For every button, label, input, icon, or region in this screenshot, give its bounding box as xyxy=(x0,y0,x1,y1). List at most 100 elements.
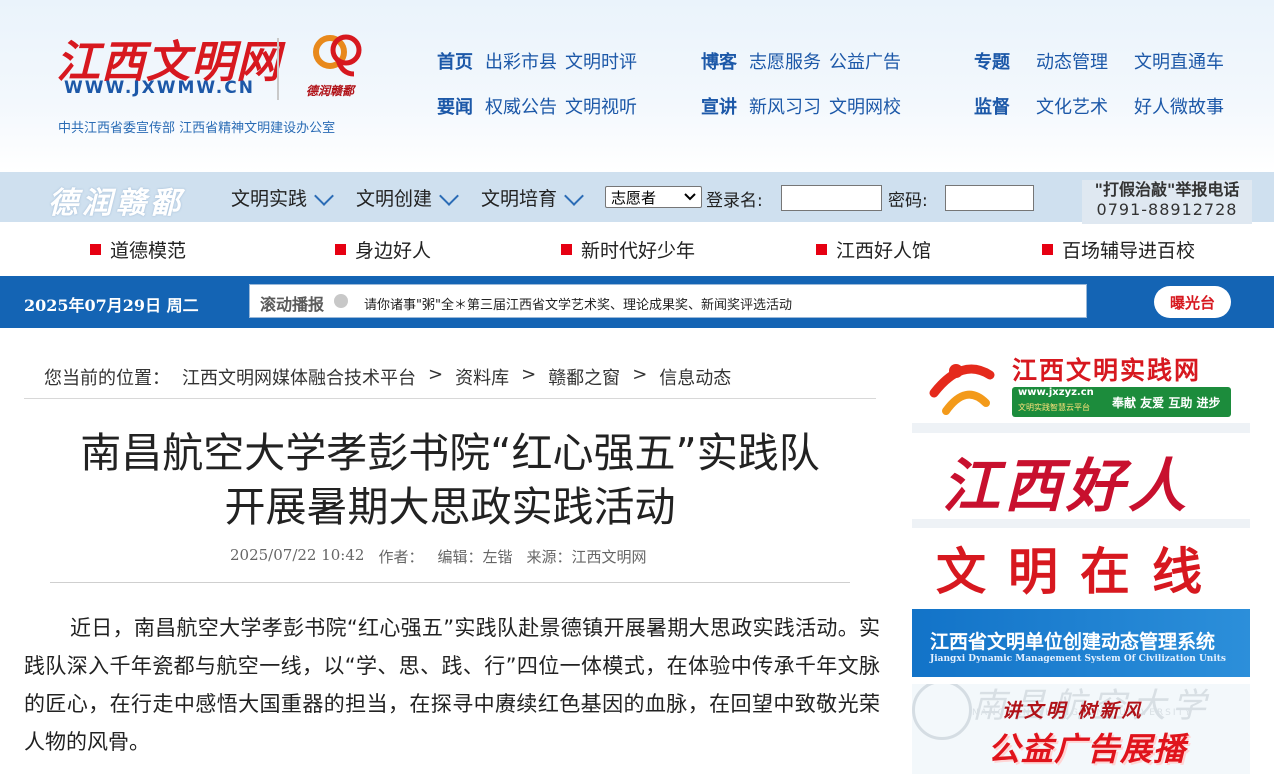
chevron-down-icon xyxy=(439,185,459,206)
nav-link[interactable]: 出彩市县 xyxy=(485,48,557,74)
nav-head-news[interactable]: 要闻 xyxy=(437,93,473,119)
nav-group-lecture: 宣讲 新风习习 文明网校 xyxy=(701,93,901,119)
article-datetime: 2025/07/22 10:42 xyxy=(230,546,365,564)
nav-link[interactable]: 公益广告 xyxy=(829,48,901,74)
current-date: 2025年07月29日 周二 xyxy=(24,296,199,315)
logo-divider xyxy=(277,38,279,100)
practice-logo-icon xyxy=(929,364,995,415)
banner1-url: www.jxzyz.cn xyxy=(1018,387,1094,398)
banner1-strip: www.jxzyz.cn 文明实践智慧云平台 奉献 友爱 互助 进步 xyxy=(1012,387,1231,417)
banner5-slogan: 讲文明 树新风 xyxy=(1002,700,1144,722)
feature-link-label: 新时代好少年 xyxy=(581,240,696,262)
site-header: 江西文明网 WWW.JXWMW.CN 德润赣鄱 中共江西省委宣传部 江西省精神文… xyxy=(0,0,1274,172)
org-line: 中共江西省委宣传部 江西省精神文明建设办公室 xyxy=(58,121,336,136)
nav-group-supervise: 监督 文化艺术 好人微故事 xyxy=(974,93,1224,119)
nav-group-home: 首页 出彩市县 文明时评 xyxy=(437,48,637,74)
role-select[interactable]: 志愿者 xyxy=(605,186,702,208)
password-label: 密码: xyxy=(888,191,928,211)
nav-head-supervise[interactable]: 监督 xyxy=(974,93,1010,119)
hotline-number: 0791-88912728 xyxy=(1096,200,1238,219)
banner-jxhrw[interactable]: 江西好人网 xyxy=(912,433,1250,519)
chevron-down-icon xyxy=(684,193,696,201)
breadcrumb-link[interactable]: 江西文明网媒体融合技术平台 xyxy=(182,364,416,390)
chevron-down-icon xyxy=(314,185,334,206)
nav-group-blog: 博客 志愿服务 公益广告 xyxy=(701,48,901,74)
article-title-line-1: 南昌航空大学孝彭书院“红心强五”实践队 xyxy=(80,429,820,477)
nav-link[interactable]: 好人微故事 xyxy=(1134,93,1224,119)
banner-civilization-online[interactable]: 文明在线 xyxy=(912,528,1250,603)
feature-link[interactable]: 身边好人 xyxy=(335,236,431,263)
banner-jxzyz[interactable]: 江西文明实践网 www.jxzyz.cn 文明实践智慧云平台 奉献 友爱 互助 … xyxy=(912,343,1250,422)
nav-link[interactable]: 文明时评 xyxy=(565,48,637,74)
article-author: 作者： xyxy=(378,548,424,566)
article-source: 来源：江西文明网 xyxy=(526,548,647,566)
nav-group-topic: 专题 动态管理 文明直通车 xyxy=(974,48,1224,74)
breadcrumb-divider xyxy=(24,398,876,399)
nav-link[interactable]: 文明视听 xyxy=(565,93,637,119)
menu-item-practice[interactable]: 文明实践 xyxy=(231,184,334,211)
nav-link[interactable]: 权威公告 xyxy=(485,93,557,119)
exposure-platform-button[interactable]: 曝光台 xyxy=(1154,286,1231,318)
hotline-title: "打假治敲"举报电话 xyxy=(1094,180,1240,199)
banner3-title: 文明在线 xyxy=(936,543,1224,601)
menu-item-label: 文明创建 xyxy=(356,188,433,210)
article-title-line-2: 开展暑期大思政实践活动 xyxy=(224,483,676,531)
menu-item-creation[interactable]: 文明创建 xyxy=(356,184,459,211)
red-square-icon xyxy=(561,244,572,255)
username-input[interactable] xyxy=(781,185,882,211)
speaker-icon xyxy=(334,294,348,308)
breadcrumb-link[interactable]: 赣鄱之窗 xyxy=(548,364,620,390)
scroll-news-box[interactable]: 滚动播报 请你诸事"粥"全＊第三届江西省文学艺术奖、理论成果奖、新闻奖评选活动 xyxy=(249,284,1087,318)
role-select-value: 志愿者 xyxy=(611,188,657,207)
scroll-label: 滚动播报 xyxy=(260,295,325,314)
feature-link-label: 身边好人 xyxy=(355,240,432,262)
scroll-news-text[interactable]: 请你诸事"粥"全＊第三届江西省文学艺术奖、理论成果奖、新闻奖评选活动 xyxy=(364,294,792,313)
feature-link[interactable]: 江西好人馆 xyxy=(816,236,931,263)
article-body: 近日，南昌航空大学孝彭书院“红心强五”实践队赴景德镇开展暑期大思政实践活动。实践… xyxy=(24,616,880,754)
meta-divider xyxy=(50,582,850,583)
password-input[interactable] xyxy=(945,185,1034,211)
university-emblem-icon xyxy=(912,684,972,740)
menu-item-label: 文明实践 xyxy=(231,188,308,210)
breadcrumb-separator: > xyxy=(521,364,537,385)
feature-link[interactable]: 道德模范 xyxy=(90,236,186,263)
nav-head-topic[interactable]: 专题 xyxy=(974,48,1010,74)
red-square-icon xyxy=(90,244,101,255)
nav-head-home[interactable]: 首页 xyxy=(437,48,473,74)
menu-item-label: 文明培育 xyxy=(481,188,558,210)
menu-item-cultivation[interactable]: 文明培育 xyxy=(481,184,584,211)
nav-link[interactable]: 动态管理 xyxy=(1036,48,1108,74)
ticker-bar: 2025年07月29日 周二 滚动播报 请你诸事"粥"全＊第三届江西省文学艺术奖… xyxy=(0,276,1274,328)
nav-head-blog[interactable]: 博客 xyxy=(701,48,737,74)
red-square-icon xyxy=(816,244,827,255)
nav-link[interactable]: 文化艺术 xyxy=(1036,93,1108,119)
breadcrumb-separator: > xyxy=(632,364,648,385)
nav-link[interactable]: 志愿服务 xyxy=(749,48,821,74)
nav-head-lecture[interactable]: 宣讲 xyxy=(701,93,737,119)
banner4-sub: Jiangxi Dynamic Management System Of Civ… xyxy=(930,654,1226,664)
site-url[interactable]: WWW.JXWMW.CN xyxy=(64,78,255,98)
breadcrumb-link[interactable]: 信息动态 xyxy=(659,364,731,390)
menubar-brand: 德润赣鄱 xyxy=(48,186,184,221)
nav-link[interactable]: 文明网校 xyxy=(829,93,901,119)
banner1-sub: 文明实践智慧云平台 xyxy=(1018,403,1090,412)
banner-gap xyxy=(912,423,1250,433)
feature-link[interactable]: 百场辅导进百校 xyxy=(1042,236,1195,263)
breadcrumb-link[interactable]: 资料库 xyxy=(455,364,509,390)
breadcrumb-prefix: 您当前的位置： xyxy=(44,368,170,389)
main-menu-bar: 德润赣鄱 文明实践 文明创建 文明培育 志愿者 登录名: 密码: "打假治敲"举… xyxy=(0,172,1274,224)
red-square-icon xyxy=(1042,244,1053,255)
breadcrumb-separator: > xyxy=(428,364,444,385)
breadcrumb: 您当前的位置： 江西文明网媒体融合技术平台 > 资料库 > 赣鄱之窗 > 信息动… xyxy=(44,364,731,390)
banner-management-system[interactable]: 江西省文明单位创建动态管理系统 Jiangxi Dynamic Manageme… xyxy=(912,609,1250,677)
banner-public-ads[interactable]: 南昌航空大学 NANCHANG HANGKONG UNIVERSITY 讲文明 … xyxy=(912,684,1250,774)
red-square-icon xyxy=(335,244,346,255)
nav-link[interactable]: 新风习习 xyxy=(749,93,821,119)
banner4-title: 江西省文明单位创建动态管理系统 xyxy=(930,631,1216,653)
feature-link[interactable]: 新时代好少年 xyxy=(561,236,695,263)
banner5-title: 公益广告展播 xyxy=(988,730,1187,768)
report-hotline[interactable]: "打假治敲"举报电话 0791-88912728 xyxy=(1082,180,1252,224)
nav-group-news: 要闻 权威公告 文明视听 xyxy=(437,93,637,119)
article-meta: 2025/07/22 10:42 作者： 编辑：左锴 来源：江西文明网 xyxy=(230,546,647,567)
nav-link[interactable]: 文明直通车 xyxy=(1134,48,1224,74)
